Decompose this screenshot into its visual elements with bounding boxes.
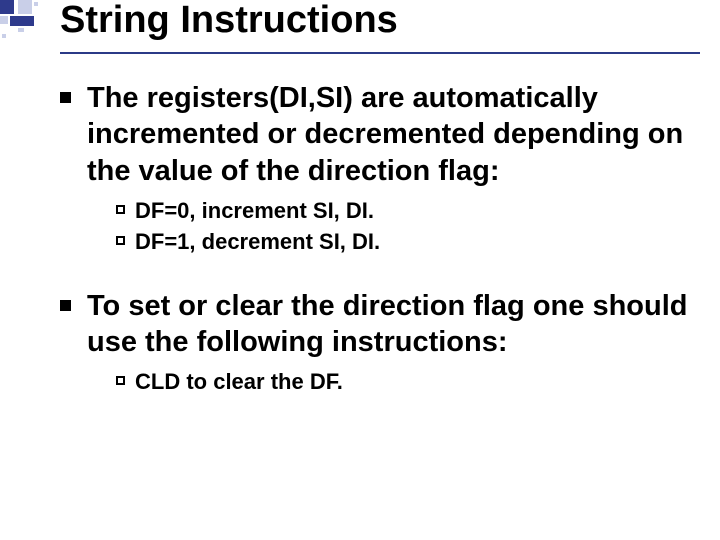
slide-title: String Instructions	[60, 0, 700, 54]
sub-bullet-item: DF=0, increment SI, DI.	[116, 197, 690, 225]
sub-bullet-text: CLD to clear the DF.	[135, 368, 343, 396]
bullet-text: The registers(DI,SI) are automatically i…	[87, 80, 690, 189]
bullet-text: To set or clear the direction flag one s…	[87, 288, 690, 361]
slide-corner-decoration	[0, 0, 60, 28]
sub-bullet-icon	[116, 376, 125, 385]
slide-body: The registers(DI,SI) are automatically i…	[60, 68, 690, 540]
sub-bullet-item: CLD to clear the DF.	[116, 368, 690, 396]
bullet-icon	[60, 92, 71, 103]
bullet-icon	[60, 300, 71, 311]
sub-bullet-icon	[116, 205, 125, 214]
sub-bullet-text: DF=0, increment SI, DI.	[135, 197, 374, 225]
sub-bullet-item: DF=1, decrement SI, DI.	[116, 228, 690, 256]
bullet-item: The registers(DI,SI) are automatically i…	[60, 80, 690, 189]
sub-bullet-text: DF=1, decrement SI, DI.	[135, 228, 380, 256]
sub-bullet-list: DF=0, increment SI, DI. DF=1, decrement …	[116, 197, 690, 256]
sub-bullet-list: CLD to clear the DF.	[116, 368, 690, 396]
sub-bullet-icon	[116, 236, 125, 245]
bullet-item: To set or clear the direction flag one s…	[60, 288, 690, 361]
